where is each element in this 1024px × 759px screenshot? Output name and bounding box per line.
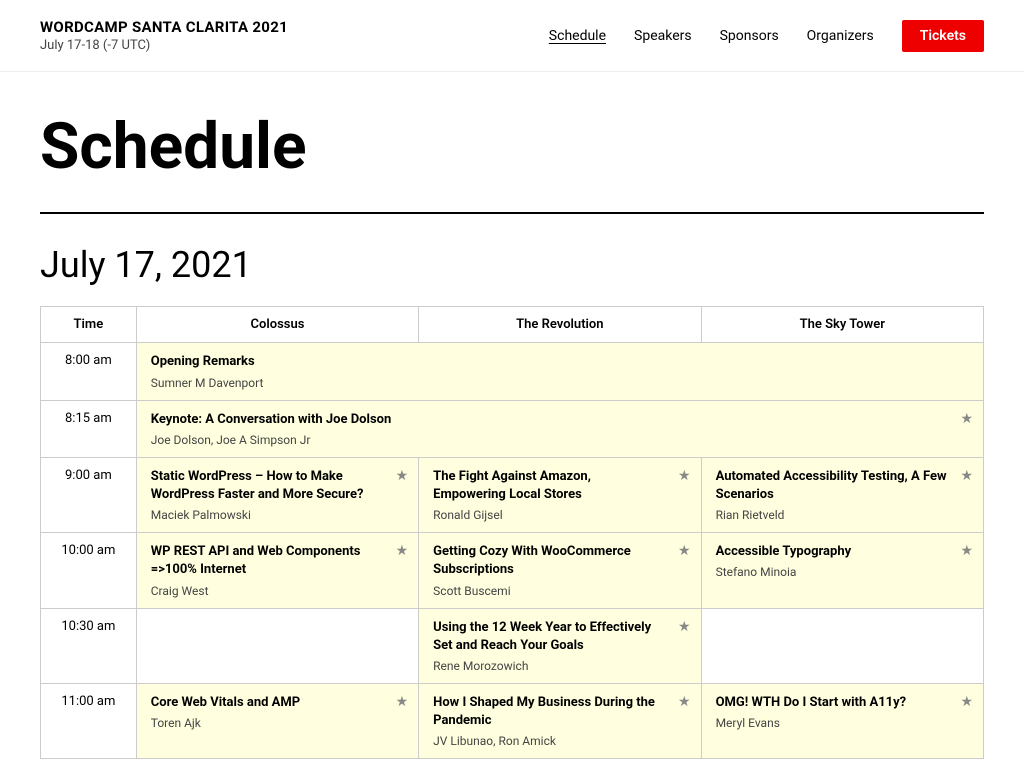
col-header-revolution: The Revolution [419, 307, 701, 343]
session-speaker: Rene Morozowich [433, 659, 686, 673]
revolution-session-cell: Using the 12 Week Year to Effectively Se… [419, 608, 701, 683]
session-speaker: Maciek Palmowski [151, 508, 404, 522]
time-cell: 10:30 am [41, 608, 137, 683]
star-icon[interactable]: ★ [396, 468, 409, 484]
session-title: Static WordPress – How to Make WordPress… [151, 468, 404, 504]
star-icon[interactable]: ★ [960, 543, 973, 559]
nav-speakers[interactable]: Speakers [634, 28, 692, 44]
colossus-session-cell: Static WordPress – How to Make WordPress… [136, 457, 418, 532]
session-title: Getting Cozy With WooCommerce Subscripti… [433, 543, 686, 579]
session-title: Opening Remarks [151, 353, 969, 371]
star-icon[interactable]: ★ [396, 694, 409, 710]
session-speaker: Toren Ajk [151, 716, 404, 730]
page-content: Schedule July 17, 2021 Time Colossus The… [0, 72, 1024, 759]
full-session-cell: Keynote: A Conversation with Joe Dolson J… [136, 400, 983, 457]
skytower-session-cell: OMG! WTH Do I Start with A11y? Meryl Evan… [701, 683, 983, 758]
session-title: Using the 12 Week Year to Effectively Se… [433, 619, 686, 655]
session-title: OMG! WTH Do I Start with A11y? [716, 694, 969, 712]
time-cell: 11:00 am [41, 683, 137, 758]
time-cell: 8:00 am [41, 343, 137, 400]
star-icon[interactable]: ★ [678, 694, 691, 710]
session-speaker: Craig West [151, 584, 404, 598]
skytower-session-cell: Accessible Typography Stefano Minoia ★ [701, 533, 983, 608]
session-title: WP REST API and Web Components =>100% In… [151, 543, 404, 579]
time-cell: 8:15 am [41, 400, 137, 457]
session-speaker: Scott Buscemi [433, 584, 686, 598]
star-icon[interactable]: ★ [678, 619, 691, 635]
colossus-session-cell: WP REST API and Web Components =>100% In… [136, 533, 418, 608]
session-speaker: Ronald Gijsel [433, 508, 686, 522]
session-speaker: JV Libunao, Ron Amick [433, 734, 686, 748]
empty-colossus-cell [136, 608, 418, 683]
page-title: Schedule [40, 112, 984, 182]
main-nav: Schedule Speakers Sponsors Organizers Ti… [549, 20, 984, 52]
session-title: Core Web Vitals and AMP [151, 694, 404, 712]
session-title: How I Shaped My Business During the Pand… [433, 694, 686, 730]
session-speaker: Rian Rietveld [716, 508, 969, 522]
session-title: Accessible Typography [716, 543, 969, 561]
session-speaker: Meryl Evans [716, 716, 969, 730]
session-speaker: Sumner M Davenport [151, 376, 969, 390]
session-title: The Fight Against Amazon, Empowering Loc… [433, 468, 686, 504]
revolution-session-cell: How I Shaped My Business During the Pand… [419, 683, 701, 758]
revolution-session-cell: The Fight Against Amazon, Empowering Loc… [419, 457, 701, 532]
star-icon[interactable]: ★ [960, 411, 973, 427]
session-speaker: Stefano Minoia [716, 565, 969, 579]
site-header: WORDCAMP SANTA CLARITA 2021 July 17-18 (… [0, 0, 1024, 72]
col-header-colossus: Colossus [136, 307, 418, 343]
nav-sponsors[interactable]: Sponsors [720, 28, 779, 44]
site-title-block: WORDCAMP SANTA CLARITA 2021 July 17-18 (… [40, 18, 288, 53]
colossus-session-cell: Core Web Vitals and AMP Toren Ajk ★ [136, 683, 418, 758]
schedule-table: Time Colossus The Revolution The Sky Tow… [40, 306, 984, 759]
session-title: Automated Accessibility Testing, A Few S… [716, 468, 969, 504]
section-date: July 17, 2021 [40, 244, 984, 286]
star-icon[interactable]: ★ [960, 468, 973, 484]
full-session-cell: Opening Remarks Sumner M Davenport [136, 343, 983, 400]
site-subtitle: July 17-18 (-7 UTC) [40, 38, 288, 53]
col-header-time: Time [41, 307, 137, 343]
col-header-skytower: The Sky Tower [701, 307, 983, 343]
skytower-session-cell: Automated Accessibility Testing, A Few S… [701, 457, 983, 532]
time-cell: 9:00 am [41, 457, 137, 532]
star-icon[interactable]: ★ [678, 468, 691, 484]
site-title[interactable]: WORDCAMP SANTA CLARITA 2021 [40, 18, 288, 36]
nav-tickets[interactable]: Tickets [902, 20, 984, 52]
revolution-session-cell: Getting Cozy With WooCommerce Subscripti… [419, 533, 701, 608]
star-icon[interactable]: ★ [396, 543, 409, 559]
nav-schedule[interactable]: Schedule [549, 28, 606, 44]
star-icon[interactable]: ★ [960, 694, 973, 710]
star-icon[interactable]: ★ [678, 543, 691, 559]
session-speaker: Joe Dolson, Joe A Simpson Jr [151, 433, 969, 447]
empty-skytower-cell [701, 608, 983, 683]
nav-organizers[interactable]: Organizers [807, 28, 874, 44]
divider [40, 212, 984, 214]
session-title: Keynote: A Conversation with Joe Dolson [151, 411, 969, 429]
time-cell: 10:00 am [41, 533, 137, 608]
